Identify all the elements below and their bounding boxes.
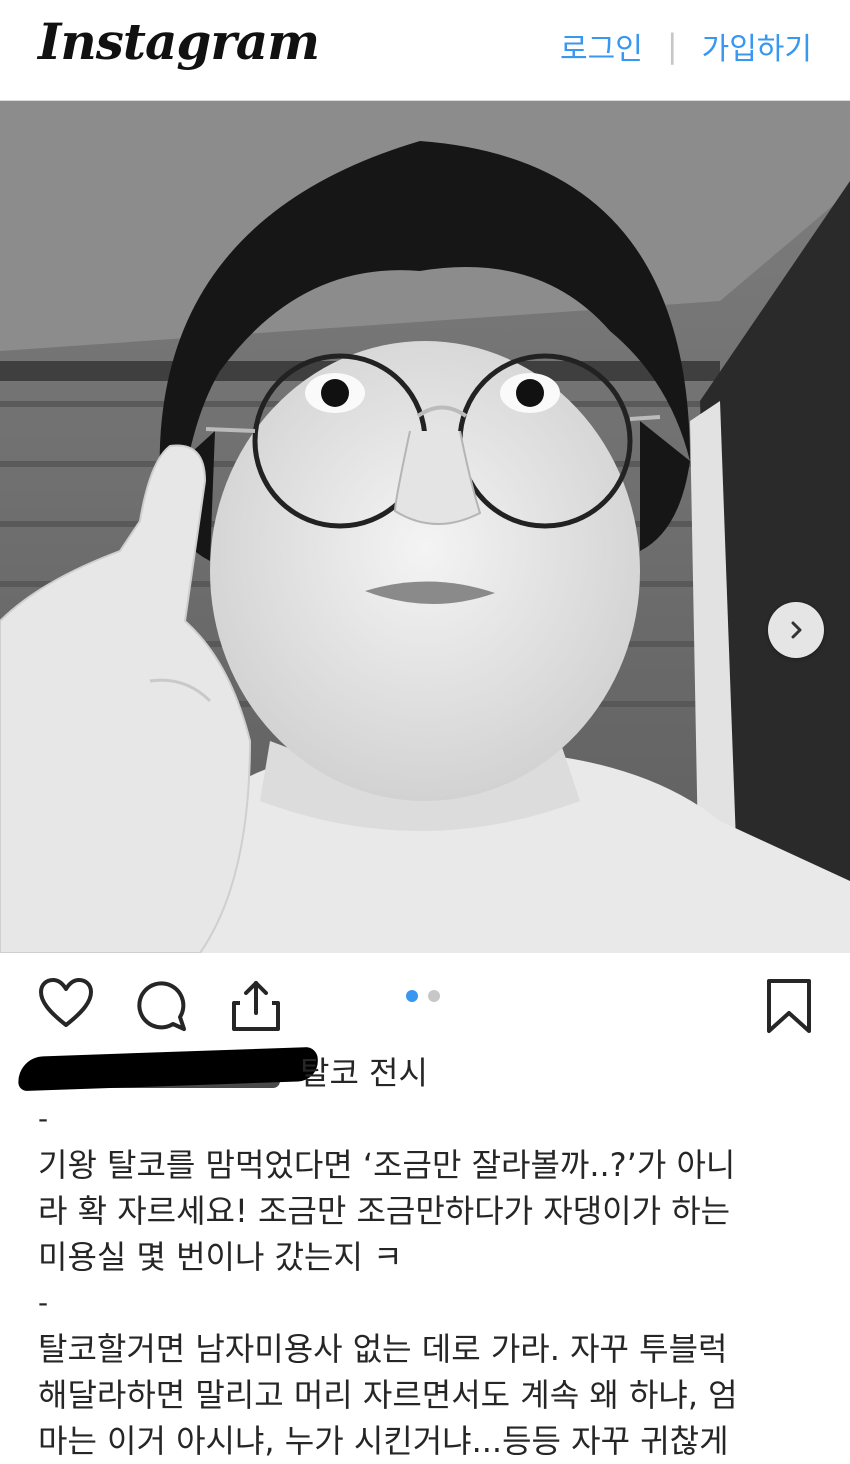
caption-line: 미용실 몇 번이나 갔는지 ㅋ [38,1238,403,1276]
caption-paragraph-1: 기왕 탈코를 맘먹었다면 ‘조금만 잘라볼까..?’가 아니 라 확 자르세요!… [38,1142,818,1280]
save-button[interactable] [764,977,814,1039]
share-icon [232,981,280,1031]
top-bar: Instagram 로그인 | 가입하기 [0,0,850,101]
heart-icon [39,978,93,1027]
post-actions [0,953,850,1053]
signup-link[interactable]: 가입하기 [702,24,812,68]
caption-line: 마는 이거 아시냐, 누가 시킨거냐...등등 자꾸 귀찮게 [38,1422,729,1460]
caption-line: 기왕 탈코를 맘먹었다면 ‘조금만 잘라볼까..?’가 아니 [38,1146,736,1184]
caption-separator: - [38,1102,49,1135]
post-photo[interactable] [0,101,850,953]
like-button[interactable] [38,977,94,1033]
share-button[interactable] [228,977,284,1037]
caption-author-row: 탈코 전시 [17,1046,818,1096]
comment-icon [137,981,186,1031]
carousel-dot-active [406,990,418,1002]
caption-line: 해달라하면 말리고 머리 자르면서도 계속 왜 하냐, 엄 [38,1376,738,1414]
bookmark-icon [767,979,811,1033]
caption-paragraph-2: 탈코할거면 남자미용사 없는 데로 가라. 자꾸 투블럭 해달라하면 말리고 머… [38,1326,818,1464]
caption-line: 탈코할거면 남자미용사 없는 데로 가라. 자꾸 투블럭 [38,1330,728,1368]
carousel-indicator [406,990,440,1002]
caption-line: 라 확 자르세요! 조금만 조금만하다가 자댕이가 하는 [38,1192,731,1230]
auth-separator: | [666,27,678,65]
caption-title: 탈코 전시 [300,1054,428,1092]
next-photo-button[interactable] [768,602,824,658]
comment-button[interactable] [133,977,189,1037]
chevron-right-icon [791,621,802,639]
selfie-photo-illustration [0,101,850,953]
login-link[interactable]: 로그인 [560,24,643,68]
caption-separator: - [38,1286,49,1319]
instagram-logo[interactable]: Instagram [38,12,320,71]
auth-links: 로그인 | 가입하기 [560,24,812,68]
carousel-dot [428,990,440,1002]
post-caption: 탈코 전시 - 기왕 탈코를 맘먹었다면 ‘조금만 잘라볼까..?’가 아니 라… [17,1046,818,1464]
